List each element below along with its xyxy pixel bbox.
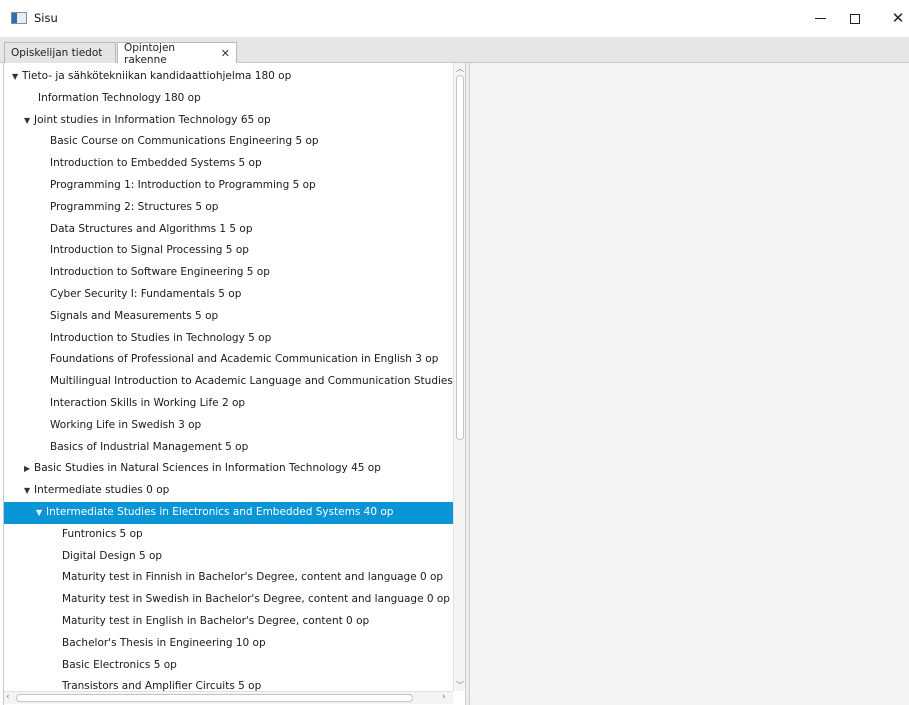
scroll-left-icon[interactable]: ‹ <box>6 692 10 702</box>
expand-arrow-right-icon[interactable]: ▶ <box>24 458 34 480</box>
tree-row-label: Joint studies in Information Technology … <box>34 113 271 126</box>
vertical-scrollbar[interactable]: ︿ ﹀ <box>453 63 465 691</box>
tree-row-label: Tieto- ja sähkötekniikan kandidaattiohje… <box>22 70 292 82</box>
vertical-scroll-thumb[interactable] <box>456 75 464 440</box>
title-bar[interactable]: Sisu ✕ <box>0 0 909 37</box>
tree-row-label: Multilingual Introduction to Academic La… <box>50 375 454 388</box>
tree-row[interactable]: ▼ Intermediate studies 0 op <box>4 480 454 502</box>
tree-row[interactable]: Programming 1: Introduction to Programmi… <box>4 175 454 197</box>
tree-row[interactable]: Basics of Industrial Management 5 op <box>4 437 454 459</box>
tree-row-label: Digital Design 5 op <box>62 549 163 562</box>
tree-row[interactable]: Maturity test in English in Bachelor's D… <box>4 611 454 633</box>
tree-row[interactable]: Introduction to Software Engineering 5 o… <box>4 262 454 284</box>
tree-row-label: Intermediate studies 0 op <box>34 484 170 497</box>
tree-row-label: Programming 2: Structures 5 op <box>50 200 219 213</box>
tab-opintojen-rakenne[interactable]: Opintojen rakenne ✕ <box>117 41 237 66</box>
tree-row[interactable]: Bachelor's Thesis in Engineering 10 op <box>4 633 454 655</box>
study-structure-tree[interactable]: ▼ Tieto- ja sähkötekniikan kandidaattiohj… <box>4 66 454 696</box>
tree-row[interactable]: Funtronics 5 op <box>4 524 454 546</box>
tree-row[interactable]: Foundations of Professional and Academic… <box>4 349 454 371</box>
app-window: Sisu ✕ Opiskelijan tiedot Opintojen rake… <box>0 0 909 705</box>
expand-arrow-down-icon[interactable]: ▼ <box>12 66 22 88</box>
tree-row-label: Basic Electronics 5 op <box>62 658 177 671</box>
tree-row-label: Funtronics 5 op <box>62 527 143 540</box>
app-window-icon <box>11 12 27 24</box>
tree-row[interactable]: ▼ Intermediate Studies in Electronics and… <box>4 501 454 524</box>
tree-row[interactable]: Information Technology 180 op <box>4 88 454 110</box>
tree-row-label: Bachelor's Thesis in Engineering 10 op <box>62 636 266 649</box>
tab-close-icon[interactable]: ✕ <box>221 47 230 60</box>
expand-arrow-down-icon[interactable]: ▼ <box>36 502 46 524</box>
tree-row-label: Foundations of Professional and Academic… <box>50 353 439 366</box>
tree-row-label: Maturity test in Finnish in Bachelor's D… <box>62 571 444 584</box>
tree-row[interactable]: ▼ Tieto- ja sähkötekniikan kandidaattiohj… <box>4 66 454 88</box>
tree-row[interactable]: Data Structures and Algorithms 1 5 op <box>4 219 454 241</box>
tree-row[interactable]: Introduction to Embedded Systems 5 op <box>4 153 454 175</box>
tree-row[interactable]: Introduction to Signal Processing 5 op <box>4 240 454 262</box>
tree-row-label: Introduction to Studies in Technology 5 … <box>50 331 272 344</box>
tree-row[interactable]: Introduction to Studies in Technology 5 … <box>4 328 454 350</box>
tree-row-label: Signals and Measurements 5 op <box>50 309 219 322</box>
window-title: Sisu <box>34 11 58 25</box>
tab-opiskelijan-tiedot[interactable]: Opiskelijan tiedot <box>4 42 116 63</box>
horizontal-scrollbar[interactable]: ‹ › <box>4 691 453 704</box>
tree-row[interactable]: Signals and Measurements 5 op <box>4 306 454 328</box>
tree-row[interactable]: Working Life in Swedish 3 op <box>4 415 454 437</box>
close-window-button[interactable]: ✕ <box>875 0 909 37</box>
horizontal-scroll-thumb[interactable] <box>16 694 413 702</box>
study-structure-tree-pane: ▼ Tieto- ja sähkötekniikan kandidaattiohj… <box>3 63 465 705</box>
expand-arrow-down-icon[interactable]: ▼ <box>24 480 34 502</box>
tree-row[interactable]: Cyber Security I: Fundamentals 5 op <box>4 284 454 306</box>
tree-row-label: Information Technology 180 op <box>38 91 201 104</box>
app-window-icon-bar <box>12 13 17 23</box>
tree-row[interactable]: Basic Course on Communications Engineeri… <box>4 131 454 153</box>
tree-row-label: Basic Course on Communications Engineeri… <box>50 135 319 148</box>
tree-row[interactable]: ▼ Joint studies in Information Technology… <box>4 110 454 132</box>
tree-row[interactable]: Interaction Skills in Working Life 2 op <box>4 393 454 415</box>
tree-row[interactable]: Multilingual Introduction to Academic La… <box>4 371 454 393</box>
tree-row[interactable]: Maturity test in Finnish in Bachelor's D… <box>4 567 454 589</box>
close-icon: ✕ <box>891 9 905 27</box>
tree-row[interactable]: Maturity test in Swedish in Bachelor's D… <box>4 589 454 611</box>
tree-row-label: Basic Studies in Natural Sciences in Inf… <box>34 462 381 475</box>
tree-row-label: Introduction to Embedded Systems 5 op <box>50 157 262 170</box>
tree-row-label: Introduction to Signal Processing 5 op <box>50 244 249 257</box>
tab-label: Opintojen rakenne <box>124 41 176 66</box>
tree-row-label: Basics of Industrial Management 5 op <box>50 440 249 453</box>
tree-row[interactable]: Programming 2: Structures 5 op <box>4 197 454 219</box>
scroll-up-icon[interactable]: ︿ <box>456 63 464 74</box>
maximize-button[interactable] <box>832 0 878 37</box>
tree-row[interactable]: Digital Design 5 op <box>4 546 454 568</box>
tab-bar: Opiskelijan tiedot Opintojen rakenne ✕ <box>0 37 909 66</box>
expand-arrow-down-icon[interactable]: ▼ <box>24 110 34 132</box>
maximize-icon <box>850 13 860 24</box>
tree-row-label: Maturity test in Swedish in Bachelor's D… <box>62 593 450 606</box>
details-pane <box>470 63 909 705</box>
tree-row-label: Cyber Security I: Fundamentals 5 op <box>50 287 242 300</box>
tree-row-label: Interaction Skills in Working Life 2 op <box>50 396 246 409</box>
tree-row-label: Introduction to Software Engineering 5 o… <box>50 266 270 279</box>
tree-row-label: Programming 1: Introduction to Programmi… <box>50 178 316 191</box>
scroll-down-icon[interactable]: ﹀ <box>456 680 464 691</box>
tree-row-label: Intermediate Studies in Electronics and … <box>46 505 394 518</box>
tree-row[interactable]: ▶ Basic Studies in Natural Sciences in In… <box>4 458 454 480</box>
tab-label: Opiskelijan tiedot <box>11 47 103 59</box>
scroll-right-icon[interactable]: › <box>442 692 446 702</box>
minimize-icon <box>814 18 826 19</box>
tree-row-label: Maturity test in English in Bachelor's D… <box>62 614 370 627</box>
tree-row-label: Working Life in Swedish 3 op <box>50 418 202 431</box>
tree-row-label: Data Structures and Algorithms 1 5 op <box>50 222 253 235</box>
tree-row[interactable]: Basic Electronics 5 op <box>4 655 454 677</box>
